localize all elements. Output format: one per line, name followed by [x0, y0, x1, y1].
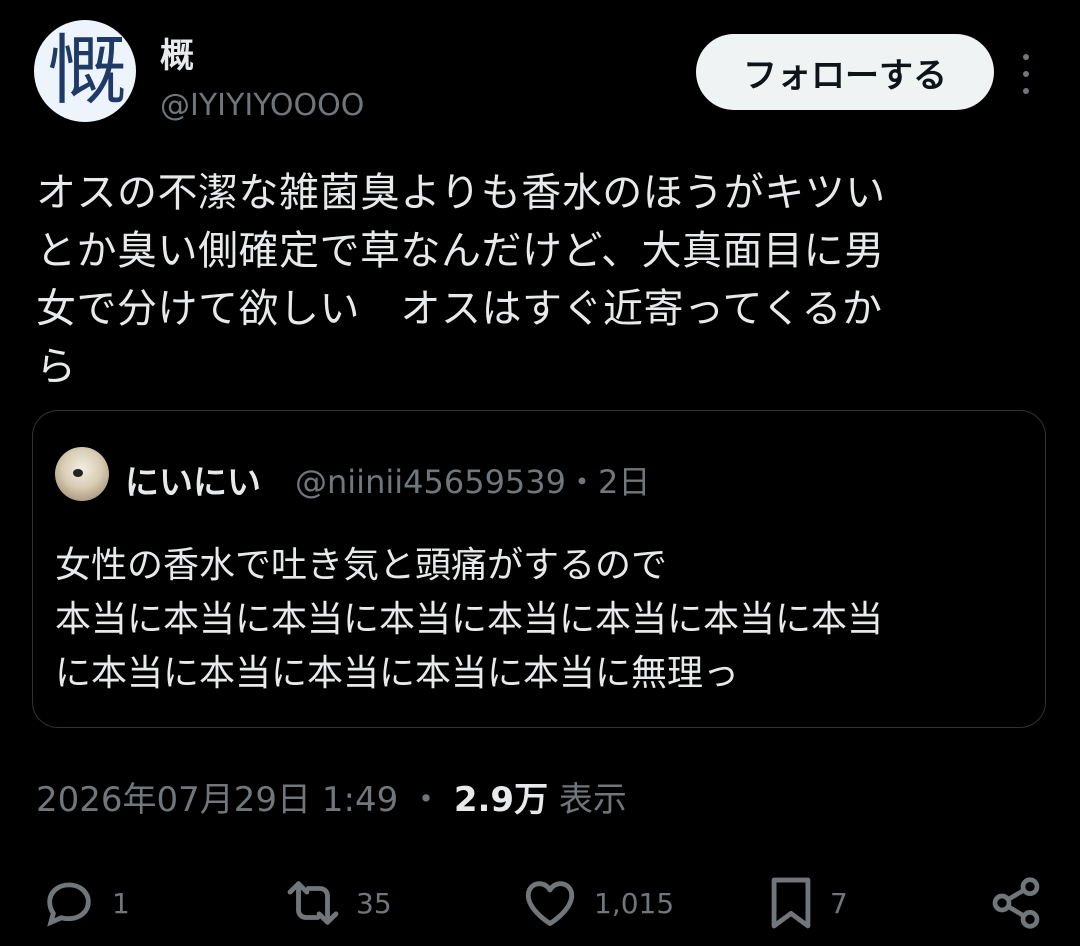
like-count: 1,015 — [594, 886, 675, 920]
reply-count: 1 — [112, 886, 130, 920]
author-display-name[interactable]: 概 — [160, 28, 194, 77]
views-count: 2.9万 — [453, 780, 549, 820]
quoted-author-avatar[interactable] — [55, 447, 109, 501]
views-label: 表示 — [558, 780, 627, 820]
retweet-count: 35 — [356, 886, 392, 920]
like-icon — [525, 881, 575, 926]
reply-icon — [47, 882, 91, 927]
avatar-glyph: 慨 — [47, 26, 127, 115]
quoted-tweet-text: 女性の香水で吐き気と頭痛がするので 本当に本当に本当に本当に本当に本当に本当に本… — [55, 545, 884, 694]
author-handle[interactable]: @IYIYIYOOOO — [160, 88, 364, 123]
quoted-meta-separator: ・ — [566, 463, 599, 501]
like-button[interactable]: 1,015 — [520, 874, 674, 932]
meta-separator: ・ — [409, 780, 444, 820]
share-button[interactable] — [988, 874, 1044, 932]
tweet-meta: 2026年07月29日 1:49 ・ 2.9万 表示 — [36, 772, 627, 821]
tweet-text: オスの不潔な雑菌臭よりも香水のほうがキツい とか臭い側確定で草なんだけど、大真面… — [36, 170, 886, 390]
quoted-author-display-name: にいにい — [125, 463, 261, 503]
quoted-time-ago: 2日 — [598, 463, 651, 501]
quoted-author-handle: @niinii45659539 — [295, 463, 566, 501]
bookmark-button[interactable]: 7 — [766, 874, 848, 932]
retweet-button[interactable]: 35 — [284, 874, 392, 932]
bookmark-icon — [771, 877, 811, 929]
action-bar: 1 35 1,015 7 — [0, 860, 1080, 946]
reply-button[interactable]: 1 — [40, 874, 130, 932]
follow-button[interactable]: フォローする — [696, 34, 994, 110]
tweet-timestamp[interactable]: 2026年07月29日 1:49 — [36, 780, 398, 820]
tweet-header: 慨 概 @IYIYIYOOOO フォローする — [0, 0, 1080, 150]
more-options-icon[interactable] — [1014, 54, 1038, 94]
quoted-tweet[interactable]: にいにい @niinii45659539・2日 女性の香水で吐き気と頭痛がするの… — [32, 410, 1046, 728]
retweet-icon — [287, 881, 339, 925]
author-avatar[interactable]: 慨 — [34, 20, 136, 122]
quoted-author-meta: @niinii45659539・2日 — [295, 457, 650, 503]
share-icon — [992, 877, 1040, 929]
bookmark-count: 7 — [830, 886, 848, 920]
